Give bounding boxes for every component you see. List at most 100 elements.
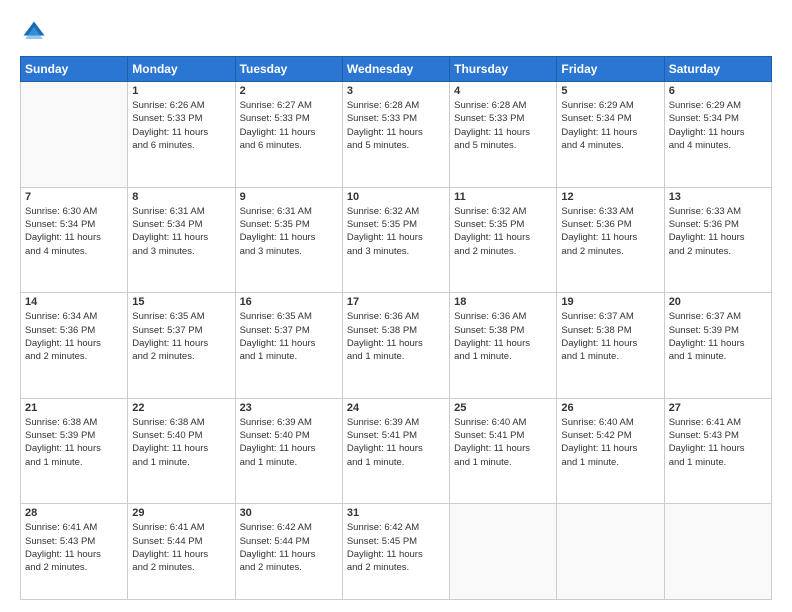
day-info: Sunrise: 6:38 AM Sunset: 5:39 PM Dayligh… (25, 416, 123, 469)
weekday-header: Monday (128, 57, 235, 82)
calendar-cell: 26Sunrise: 6:40 AM Sunset: 5:42 PM Dayli… (557, 398, 664, 504)
calendar-cell (450, 504, 557, 600)
calendar-cell: 23Sunrise: 6:39 AM Sunset: 5:40 PM Dayli… (235, 398, 342, 504)
day-info: Sunrise: 6:39 AM Sunset: 5:41 PM Dayligh… (347, 416, 445, 469)
calendar-cell: 22 Sunrise: 6:38 AM Sunset: 5:40 PM Dayli… (128, 398, 235, 504)
calendar-cell: 18Sunrise: 6:36 AM Sunset: 5:38 PM Dayli… (450, 293, 557, 399)
calendar-cell: 6Sunrise: 6:29 AM Sunset: 5:34 PM Daylig… (664, 82, 771, 188)
day-number: 29 (132, 507, 230, 519)
day-number: 22 (132, 402, 230, 414)
calendar-row: 21 Sunrise: 6:38 AM Sunset: 5:39 PM Dayli… (21, 398, 772, 504)
calendar-cell: 2 Sunrise: 6:27 AM Sunset: 5:33 PM Daylig… (235, 82, 342, 188)
day-info: Sunrise: 6:41 AM Sunset: 5:43 PM Dayligh… (669, 416, 767, 469)
day-info: Sunrise: 6:28 AM Sunset: 5:33 PM Dayligh… (454, 99, 552, 152)
day-number: 19 (561, 296, 659, 308)
calendar-cell (557, 504, 664, 600)
calendar-cell (21, 82, 128, 188)
calendar-cell: 19 Sunrise: 6:37 AM Sunset: 5:38 PM Dayli… (557, 293, 664, 399)
day-number: 7 (25, 191, 123, 203)
day-number: 23 (240, 402, 338, 414)
calendar-cell: 3Sunrise: 6:28 AM Sunset: 5:33 PM Daylig… (342, 82, 449, 188)
calendar-cell: 31Sunrise: 6:42 AM Sunset: 5:45 PM Dayli… (342, 504, 449, 600)
day-number: 1 (132, 85, 230, 97)
calendar-cell: 4 Sunrise: 6:28 AM Sunset: 5:33 PM Daylig… (450, 82, 557, 188)
calendar-row: 28 Sunrise: 6:41 AM Sunset: 5:43 PM Dayli… (21, 504, 772, 600)
day-info: Sunrise: 6:40 AM Sunset: 5:41 PM Dayligh… (454, 416, 552, 469)
calendar-header-row: SundayMondayTuesdayWednesdayThursdayFrid… (21, 57, 772, 82)
day-info: Sunrise: 6:42 AM Sunset: 5:44 PM Dayligh… (240, 521, 338, 574)
day-number: 28 (25, 507, 123, 519)
weekday-header: Friday (557, 57, 664, 82)
calendar-cell: 30 Sunrise: 6:42 AM Sunset: 5:44 PM Dayli… (235, 504, 342, 600)
weekday-header: Saturday (664, 57, 771, 82)
day-info: Sunrise: 6:40 AM Sunset: 5:42 PM Dayligh… (561, 416, 659, 469)
day-info: Sunrise: 6:36 AM Sunset: 5:38 PM Dayligh… (454, 310, 552, 363)
page: SundayMondayTuesdayWednesdayThursdayFrid… (0, 0, 792, 612)
calendar-cell: 12 Sunrise: 6:33 AM Sunset: 5:36 PM Dayli… (557, 187, 664, 293)
calendar-cell: 17Sunrise: 6:36 AM Sunset: 5:38 PM Dayli… (342, 293, 449, 399)
calendar-cell: 10 Sunrise: 6:32 AM Sunset: 5:35 PM Dayli… (342, 187, 449, 293)
weekday-header: Thursday (450, 57, 557, 82)
calendar-cell: 25 Sunrise: 6:40 AM Sunset: 5:41 PM Dayli… (450, 398, 557, 504)
day-number: 9 (240, 191, 338, 203)
day-number: 15 (132, 296, 230, 308)
weekday-header: Wednesday (342, 57, 449, 82)
day-info: Sunrise: 6:33 AM Sunset: 5:36 PM Dayligh… (669, 205, 767, 258)
calendar-cell: 11 Sunrise: 6:32 AM Sunset: 5:35 PM Dayli… (450, 187, 557, 293)
day-number: 17 (347, 296, 445, 308)
day-info: Sunrise: 6:32 AM Sunset: 5:35 PM Dayligh… (454, 205, 552, 258)
day-number: 12 (561, 191, 659, 203)
weekday-header: Tuesday (235, 57, 342, 82)
day-info: Sunrise: 6:41 AM Sunset: 5:44 PM Dayligh… (132, 521, 230, 574)
day-info: Sunrise: 6:31 AM Sunset: 5:35 PM Dayligh… (240, 205, 338, 258)
logo (20, 18, 52, 46)
day-number: 13 (669, 191, 767, 203)
day-number: 11 (454, 191, 552, 203)
day-info: Sunrise: 6:33 AM Sunset: 5:36 PM Dayligh… (561, 205, 659, 258)
day-info: Sunrise: 6:38 AM Sunset: 5:40 PM Dayligh… (132, 416, 230, 469)
calendar-cell: 16 Sunrise: 6:35 AM Sunset: 5:37 PM Dayli… (235, 293, 342, 399)
calendar-cell: 15 Sunrise: 6:35 AM Sunset: 5:37 PM Dayli… (128, 293, 235, 399)
day-number: 16 (240, 296, 338, 308)
calendar-cell: 1 Sunrise: 6:26 AM Sunset: 5:33 PM Daylig… (128, 82, 235, 188)
day-info: Sunrise: 6:27 AM Sunset: 5:33 PM Dayligh… (240, 99, 338, 152)
calendar-cell: 28 Sunrise: 6:41 AM Sunset: 5:43 PM Dayli… (21, 504, 128, 600)
day-number: 5 (561, 85, 659, 97)
calendar-cell: 9 Sunrise: 6:31 AM Sunset: 5:35 PM Daylig… (235, 187, 342, 293)
day-info: Sunrise: 6:30 AM Sunset: 5:34 PM Dayligh… (25, 205, 123, 258)
calendar-cell: 7 Sunrise: 6:30 AM Sunset: 5:34 PM Daylig… (21, 187, 128, 293)
day-number: 3 (347, 85, 445, 97)
day-info: Sunrise: 6:41 AM Sunset: 5:43 PM Dayligh… (25, 521, 123, 574)
logo-icon (20, 18, 48, 46)
calendar-table: SundayMondayTuesdayWednesdayThursdayFrid… (20, 56, 772, 600)
calendar-cell: 20 Sunrise: 6:37 AM Sunset: 5:39 PM Dayli… (664, 293, 771, 399)
calendar-row: 14 Sunrise: 6:34 AM Sunset: 5:36 PM Dayli… (21, 293, 772, 399)
day-info: Sunrise: 6:32 AM Sunset: 5:35 PM Dayligh… (347, 205, 445, 258)
calendar-cell: 21 Sunrise: 6:38 AM Sunset: 5:39 PM Dayli… (21, 398, 128, 504)
day-info: Sunrise: 6:35 AM Sunset: 5:37 PM Dayligh… (240, 310, 338, 363)
day-number: 20 (669, 296, 767, 308)
calendar-cell: 27Sunrise: 6:41 AM Sunset: 5:43 PM Dayli… (664, 398, 771, 504)
calendar-cell: 29 Sunrise: 6:41 AM Sunset: 5:44 PM Dayli… (128, 504, 235, 600)
day-number: 21 (25, 402, 123, 414)
calendar-row: 1 Sunrise: 6:26 AM Sunset: 5:33 PM Daylig… (21, 82, 772, 188)
day-number: 4 (454, 85, 552, 97)
day-number: 8 (132, 191, 230, 203)
header (20, 18, 772, 46)
day-info: Sunrise: 6:42 AM Sunset: 5:45 PM Dayligh… (347, 521, 445, 574)
day-info: Sunrise: 6:26 AM Sunset: 5:33 PM Dayligh… (132, 99, 230, 152)
day-info: Sunrise: 6:35 AM Sunset: 5:37 PM Dayligh… (132, 310, 230, 363)
calendar-cell: 24 Sunrise: 6:39 AM Sunset: 5:41 PM Dayli… (342, 398, 449, 504)
calendar-cell: 13 Sunrise: 6:33 AM Sunset: 5:36 PM Dayli… (664, 187, 771, 293)
day-info: Sunrise: 6:29 AM Sunset: 5:34 PM Dayligh… (669, 99, 767, 152)
day-info: Sunrise: 6:34 AM Sunset: 5:36 PM Dayligh… (25, 310, 123, 363)
day-number: 30 (240, 507, 338, 519)
day-number: 2 (240, 85, 338, 97)
day-number: 10 (347, 191, 445, 203)
day-number: 25 (454, 402, 552, 414)
day-info: Sunrise: 6:37 AM Sunset: 5:38 PM Dayligh… (561, 310, 659, 363)
day-number: 14 (25, 296, 123, 308)
weekday-header: Sunday (21, 57, 128, 82)
day-number: 24 (347, 402, 445, 414)
day-info: Sunrise: 6:37 AM Sunset: 5:39 PM Dayligh… (669, 310, 767, 363)
